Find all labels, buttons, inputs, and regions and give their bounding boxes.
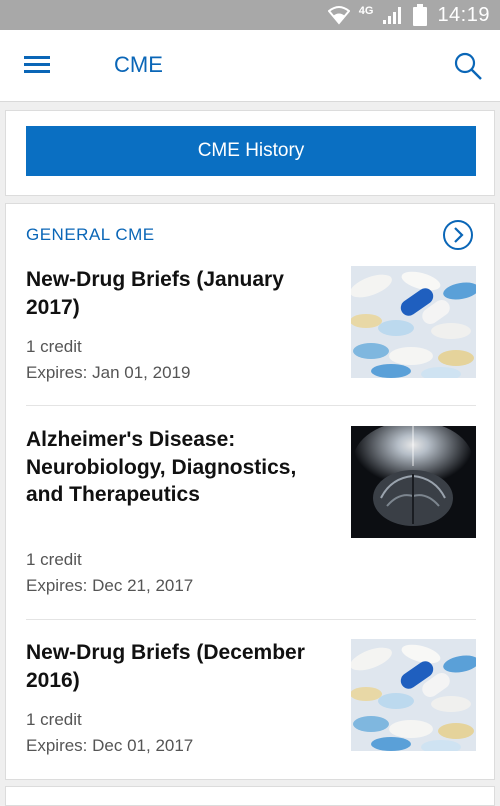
- cme-list-item[interactable]: Alzheimer's Disease: Neurobiology, Diagn…: [26, 426, 476, 601]
- see-all-button[interactable]: [442, 219, 474, 251]
- item-credit: 1 credit: [26, 710, 82, 729]
- item-expires: Expires: Dec 21, 2017: [26, 576, 194, 595]
- pills-image: [351, 639, 476, 751]
- brain-image: [351, 426, 476, 538]
- cme-list-item[interactable]: New-Drug Briefs (January 2017) 1 credit …: [26, 266, 476, 394]
- menu-button[interactable]: [22, 52, 56, 80]
- item-title: New-Drug Briefs (December 2016): [26, 641, 305, 692]
- clock: 14:19: [437, 3, 490, 26]
- cme-list-item[interactable]: New-Drug Briefs (December 2016) 1 credit…: [26, 639, 476, 767]
- network-type: 4G: [358, 5, 374, 17]
- divider: [26, 619, 476, 620]
- search-icon: [454, 52, 482, 80]
- search-button[interactable]: [452, 50, 484, 82]
- history-card: CME History: [5, 110, 495, 196]
- chevron-right-circle-icon: [443, 220, 473, 250]
- item-credit: 1 credit: [26, 337, 82, 356]
- signal-icon: [383, 7, 402, 24]
- item-title: Alzheimer's Disease: Neurobiology, Diagn…: [26, 428, 297, 506]
- item-title: New-Drug Briefs (January 2017): [26, 268, 284, 319]
- wifi-icon: [327, 6, 350, 25]
- section-title: GENERAL CME: [26, 225, 155, 244]
- page-title: CME: [114, 52, 163, 77]
- item-credit: 1 credit: [26, 550, 82, 569]
- item-expires: Expires: Jan 01, 2019: [26, 363, 191, 382]
- pills-image: [351, 266, 476, 378]
- app-bar: CME: [0, 30, 500, 102]
- cme-history-button[interactable]: CME History: [26, 126, 476, 176]
- hamburger-menu-icon: [24, 56, 50, 73]
- divider: [26, 405, 476, 406]
- next-card: [5, 786, 495, 806]
- battery-icon: [413, 4, 428, 26]
- item-expires: Expires: Dec 01, 2017: [26, 736, 194, 755]
- status-bar: 4G 14:19: [0, 0, 500, 30]
- general-cme-card: GENERAL CME New-Drug Briefs (January 201…: [5, 203, 495, 780]
